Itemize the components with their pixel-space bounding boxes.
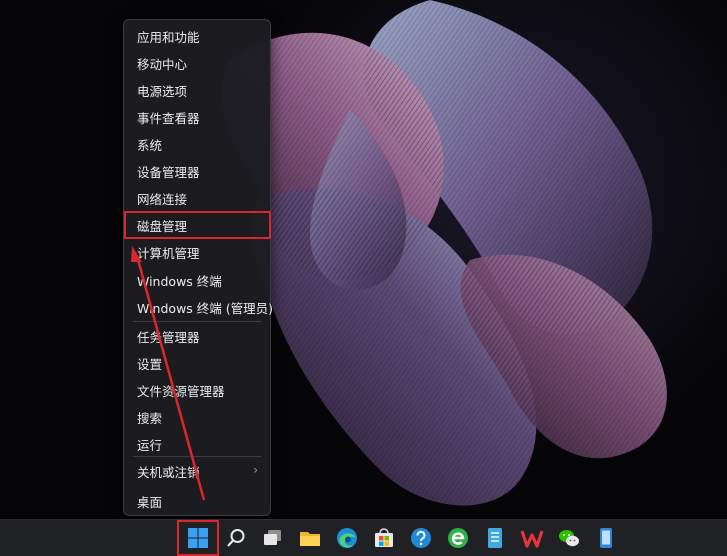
- menu-item-label: 电源选项: [137, 83, 188, 99]
- green-e-browser-icon[interactable]: [444, 524, 472, 552]
- menu-item-label: 事件查看器: [137, 110, 200, 126]
- menu-item[interactable]: 移动中心: [125, 50, 270, 76]
- desktop-wallpaper: [0, 0, 727, 519]
- menu-item[interactable]: 事件查看器: [125, 104, 270, 130]
- menu-item-label: 计算机管理: [137, 245, 200, 261]
- menu-item-label: Windows 终端 (管理员): [137, 300, 273, 316]
- chevron-right-icon: ›: [253, 463, 258, 477]
- menu-item[interactable]: 文件资源管理器: [125, 377, 270, 403]
- menu-item[interactable]: Windows 终端: [125, 267, 270, 293]
- menu-item-label: 设置: [137, 356, 163, 372]
- menu-item[interactable]: 系统: [125, 131, 270, 157]
- winx-context-menu: 应用和功能移动中心电源选项事件查看器系统设备管理器网络连接磁盘管理计算机管理 Wi…: [123, 19, 273, 516]
- menu-item-label: 文件资源管理器: [137, 383, 225, 399]
- menu-item-label: 任务管理器: [137, 329, 200, 345]
- menu-item[interactable]: 计算机管理: [125, 239, 270, 265]
- menu-item[interactable]: 桌面: [125, 488, 270, 514]
- menu-item[interactable]: Windows 终端 (管理员): [125, 294, 273, 320]
- menu-item[interactable]: 设置: [125, 350, 270, 376]
- menu-item[interactable]: 运行: [125, 431, 270, 457]
- menu-item-label: 搜索: [137, 410, 163, 426]
- microsoft-store-icon[interactable]: [370, 524, 398, 552]
- menu-item[interactable]: 关机或注销 ›: [125, 456, 270, 484]
- file-explorer-icon[interactable]: [296, 524, 324, 552]
- windows-start-icon[interactable]: [184, 524, 212, 552]
- menu-item-label: 系统: [137, 137, 163, 153]
- menu-item[interactable]: 网络连接: [125, 185, 270, 211]
- menu-item-label: 运行: [137, 437, 163, 453]
- phone-link-icon[interactable]: [592, 524, 620, 552]
- menu-item-label: 设备管理器: [137, 164, 200, 180]
- wps-office-icon[interactable]: [518, 524, 546, 552]
- menu-item[interactable]: 应用和功能: [125, 23, 270, 49]
- menu-item[interactable]: 设备管理器: [125, 158, 270, 184]
- menu-item-label: 网络连接: [137, 191, 188, 207]
- menu-item[interactable]: 磁盘管理: [124, 211, 271, 239]
- edge-browser-icon[interactable]: [333, 524, 361, 552]
- task-view-icon[interactable]: [259, 524, 287, 552]
- wechat-icon[interactable]: [555, 524, 583, 552]
- search-icon[interactable]: [222, 524, 250, 552]
- menu-item[interactable]: 任务管理器: [125, 321, 270, 349]
- menu-item-label: 磁盘管理: [137, 218, 188, 234]
- help-icon[interactable]: [407, 524, 435, 552]
- menu-item-label: 移动中心: [137, 56, 188, 72]
- menu-item[interactable]: 搜索: [125, 404, 270, 430]
- notepad-icon[interactable]: [481, 524, 509, 552]
- bloom-wallpaper-graphic: [0, 0, 727, 519]
- menu-item[interactable]: 电源选项: [125, 77, 270, 103]
- menu-item-label: 应用和功能: [137, 29, 200, 45]
- menu-item-label: 关机或注销: [137, 464, 200, 480]
- menu-item-label: Windows 终端: [137, 273, 222, 289]
- taskbar: [0, 519, 727, 556]
- menu-item-label: 桌面: [137, 494, 163, 510]
